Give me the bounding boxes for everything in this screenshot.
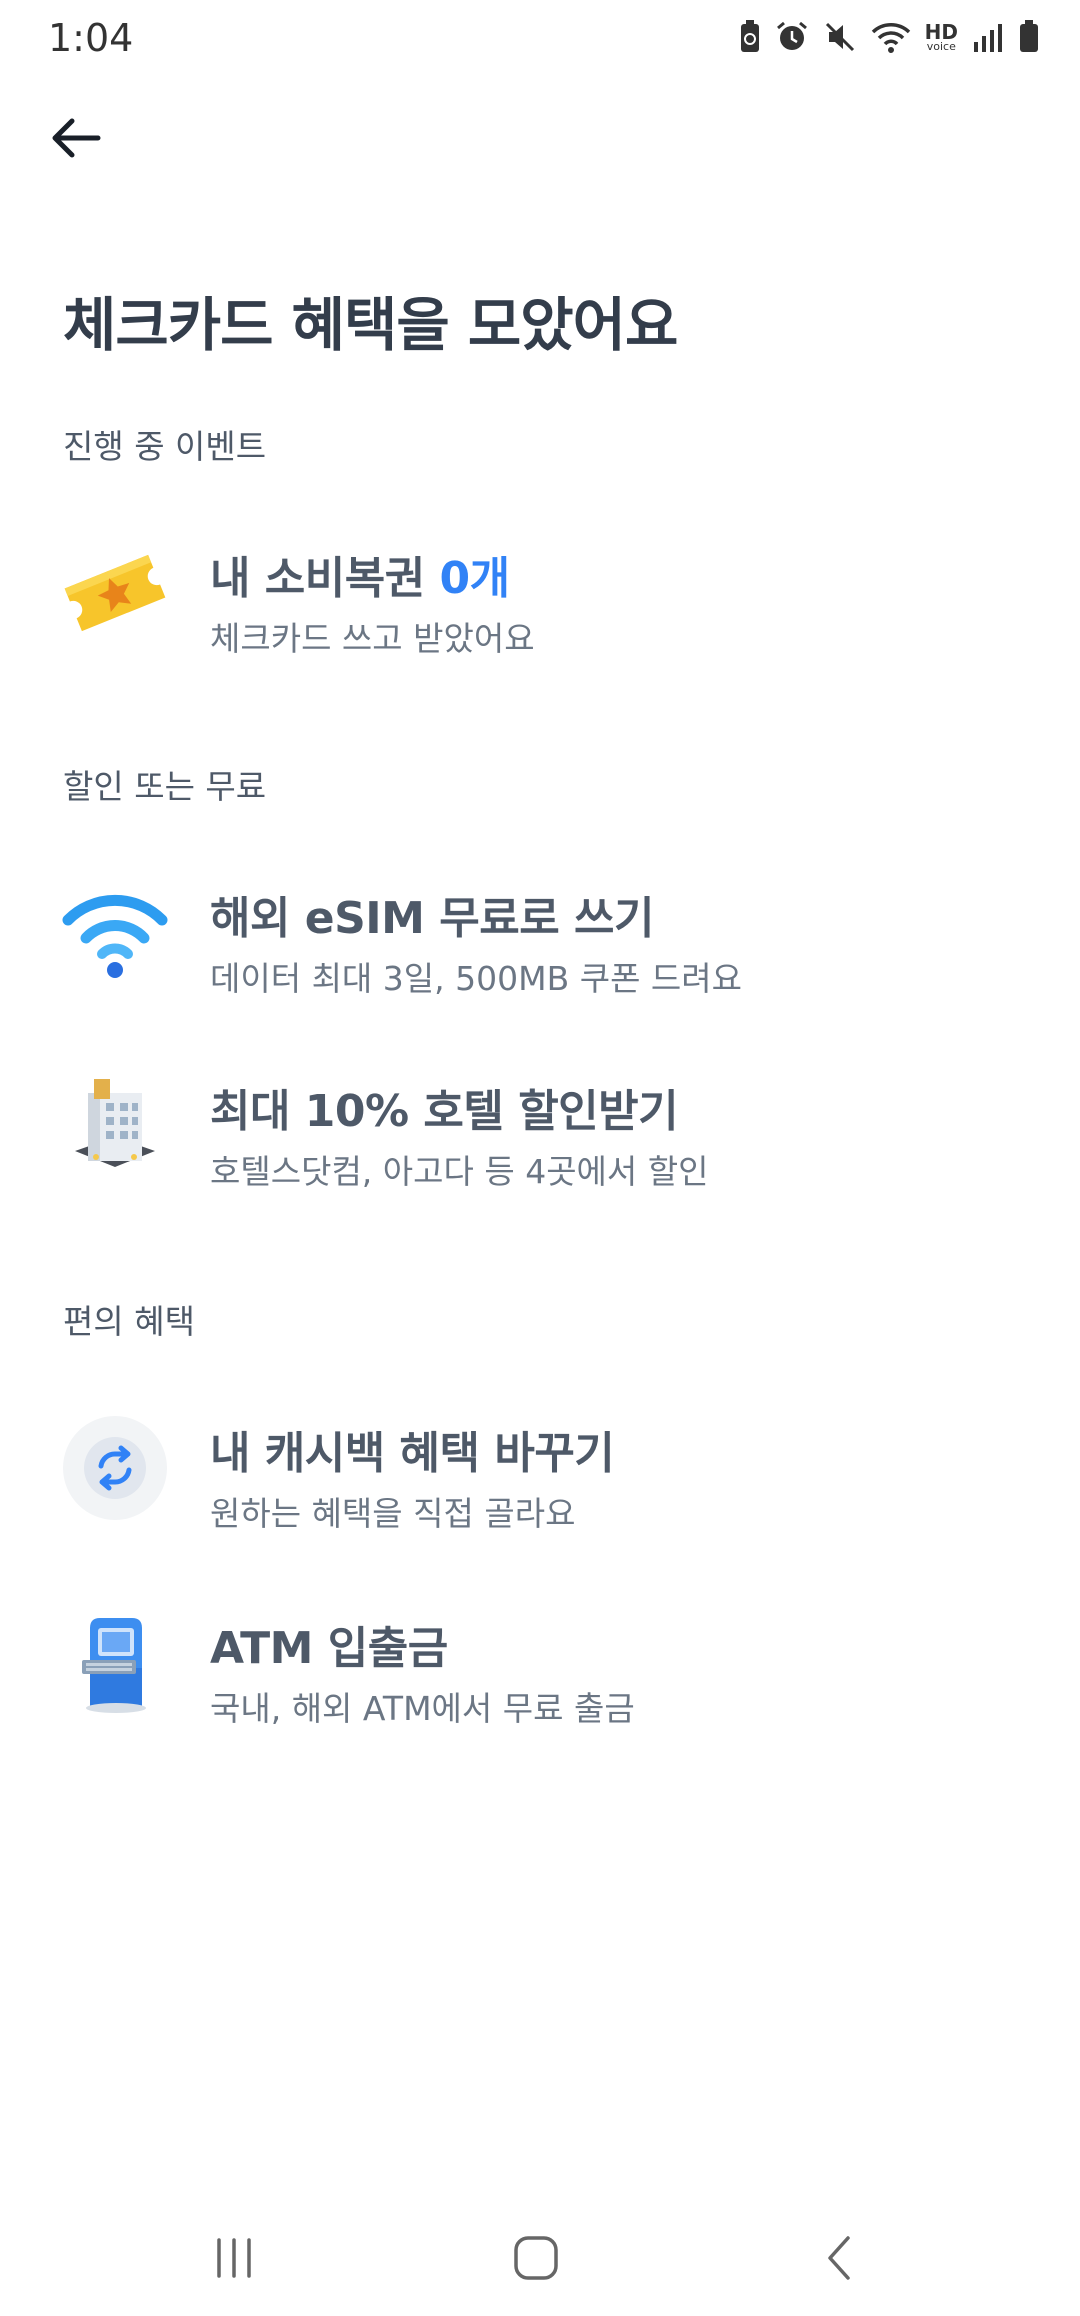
item-subtitle: 호텔스닷컴, 아고다 등 4곳에서 할인 (210, 1152, 709, 1191)
system-back-button[interactable] (800, 2228, 880, 2288)
hd-voice-icon: HD voice (924, 19, 958, 53)
battery-icon (1018, 20, 1040, 54)
hotel-icon (60, 1071, 170, 1181)
item-subtitle: 체크카드 쓰고 받았어요 (210, 619, 535, 658)
lottery-count: 0개 (439, 553, 511, 604)
home-button[interactable] (496, 2228, 576, 2288)
atm-icon (60, 1608, 170, 1718)
item-title: 내 캐시백 혜택 바꾸기 (210, 1428, 615, 1479)
back-button[interactable] (40, 108, 112, 168)
item-title: 내 소비복권 0개 (210, 553, 511, 604)
ticket-icon (60, 538, 170, 648)
list-item-cashback[interactable]: 내 캐시백 혜택 바꾸기 원하는 혜택을 직접 골라요 (0, 1395, 1080, 1545)
item-subtitle: 국내, 해외 ATM에서 무료 출금 (210, 1689, 635, 1728)
status-time: 1:04 (48, 16, 134, 60)
system-nav-bar (0, 2200, 1080, 2316)
section-label-discount: 할인 또는 무료 (63, 767, 267, 806)
home-icon (514, 2236, 558, 2280)
recent-apps-button[interactable] (194, 2228, 274, 2288)
signal-icon (972, 22, 1004, 52)
back-icon (828, 2236, 850, 2280)
list-item-hotel[interactable]: 최대 10% 호텔 할인받기 호텔스닷컴, 아고다 등 4곳에서 할인 (0, 1053, 1080, 1203)
status-icons: HD voice (739, 20, 1040, 54)
list-item-atm[interactable]: ATM 입출금 국내, 해외 ATM에서 무료 출금 (0, 1590, 1080, 1740)
status-bar: 1:04 HD voice (0, 0, 1080, 80)
battery-saver-icon (739, 20, 761, 54)
item-subtitle: 데이터 최대 3일, 500MB 쿠폰 드려요 (210, 959, 742, 998)
recent-apps-icon (217, 2238, 251, 2278)
item-title: 해외 eSIM 무료로 쓰기 (210, 893, 655, 944)
item-title: ATM 입출금 (210, 1623, 448, 1674)
mute-icon (823, 20, 857, 54)
item-title: 최대 10% 호텔 할인받기 (210, 1086, 679, 1137)
item-subtitle: 원하는 혜택을 직접 골라요 (210, 1494, 576, 1533)
wifi-status-icon (871, 20, 911, 54)
section-label-events: 진행 중 이벤트 (63, 427, 267, 466)
list-item-esim[interactable]: 해외 eSIM 무료로 쓰기 데이터 최대 3일, 500MB 쿠폰 드려요 (0, 860, 1080, 1010)
list-item-lottery[interactable]: 내 소비복권 0개 체크카드 쓰고 받았어요 (0, 520, 1080, 670)
wifi-icon (60, 878, 170, 988)
back-arrow-icon (52, 118, 101, 158)
page-title: 체크카드 혜택을 모았어요 (63, 291, 678, 359)
section-label-convenience: 편의 혜택 (63, 1302, 195, 1341)
refresh-icon (60, 1413, 170, 1523)
alarm-icon (775, 20, 809, 54)
